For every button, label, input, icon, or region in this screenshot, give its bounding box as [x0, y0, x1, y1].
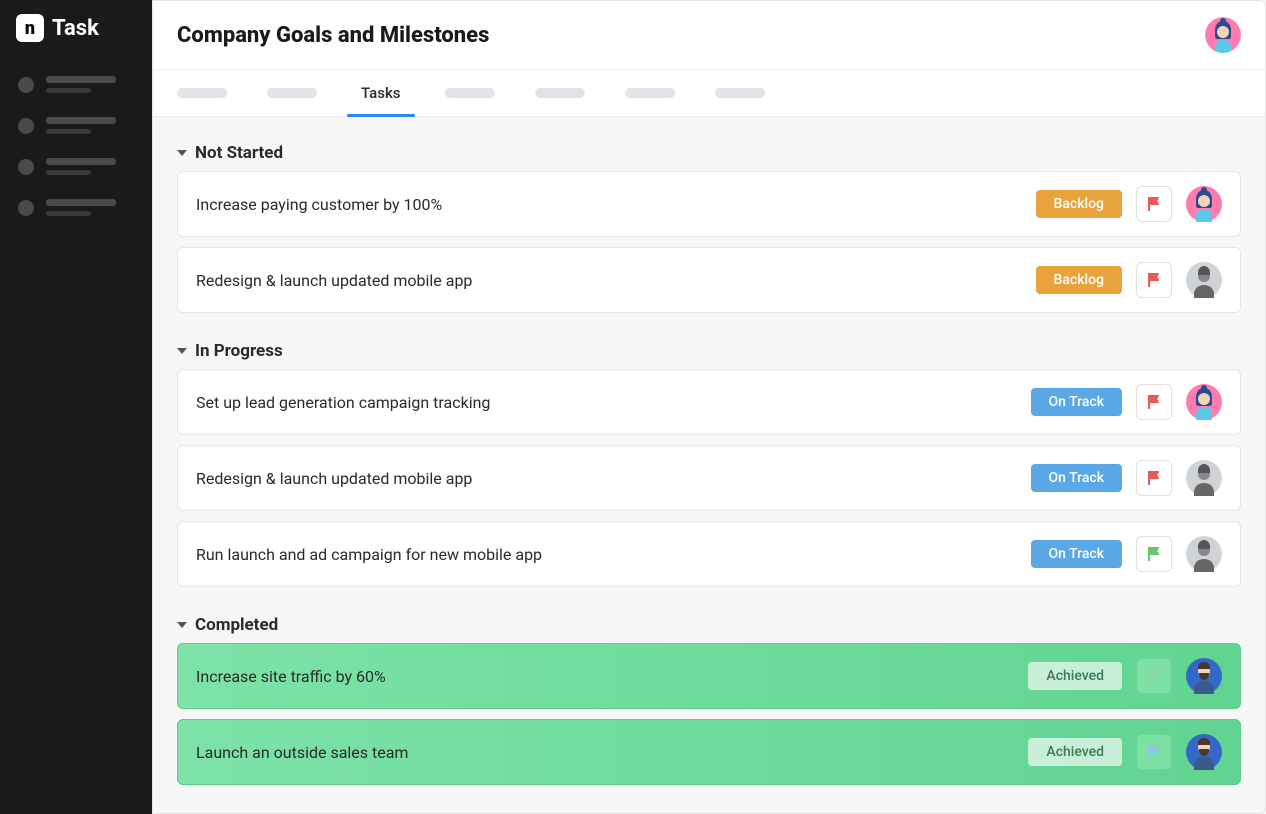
flag-button[interactable]: [1136, 536, 1172, 572]
section-title: Not Started: [195, 143, 283, 163]
tab-placeholder[interactable]: [625, 88, 675, 98]
section-title: In Progress: [195, 341, 283, 361]
assignee-avatar[interactable]: [1186, 384, 1222, 420]
tab-placeholder[interactable]: [715, 88, 765, 98]
app-logo[interactable]: n Task: [0, 0, 152, 56]
section-title: Completed: [195, 615, 278, 635]
nav-item[interactable]: [0, 76, 152, 93]
page-title: Company Goals and Milestones: [177, 23, 489, 48]
section-in-progress: In Progress Set up lead generation campai…: [177, 333, 1241, 587]
user-avatar[interactable]: [1205, 17, 1241, 53]
task-row[interactable]: Redesign & launch updated mobile app Back…: [177, 247, 1241, 313]
tab-tasks[interactable]: Tasks: [357, 70, 405, 116]
section-cancelled: CancelledReceive >95% positive customer …: [177, 805, 1241, 813]
app-name: Task: [52, 16, 99, 41]
task-title: Redesign & launch updated mobile app: [196, 469, 1017, 488]
assignee-avatar[interactable]: [1186, 460, 1222, 496]
section-header[interactable]: Completed: [177, 607, 1241, 643]
status-badge[interactable]: Backlog: [1036, 266, 1122, 294]
task-title: Increase paying customer by 100%: [196, 195, 1022, 214]
section-header[interactable]: Not Started: [177, 135, 1241, 171]
tab-placeholder[interactable]: [267, 88, 317, 98]
task-title: Increase site traffic by 60%: [196, 667, 1014, 686]
task-title: Set up lead generation campaign tracking: [196, 393, 1017, 412]
status-badge[interactable]: Achieved: [1028, 662, 1122, 690]
tab-placeholder[interactable]: [535, 88, 585, 98]
assignee-avatar[interactable]: [1186, 536, 1222, 572]
task-row[interactable]: Increase site traffic by 60% Achieved: [177, 643, 1241, 709]
section-completed: Completed Increase site traffic by 60% Ach…: [177, 607, 1241, 785]
task-title: Launch an outside sales team: [196, 743, 1014, 762]
task-row[interactable]: Set up lead generation campaign tracking…: [177, 369, 1241, 435]
flag-button[interactable]: [1136, 262, 1172, 298]
flag-button[interactable]: [1136, 384, 1172, 420]
status-badge[interactable]: On Track: [1031, 464, 1123, 492]
section-header[interactable]: In Progress: [177, 333, 1241, 369]
caret-down-icon: [177, 622, 187, 628]
logo-icon: n: [16, 14, 44, 42]
nav-item[interactable]: [0, 158, 152, 175]
task-row[interactable]: Increase paying customer by 100% Backlog: [177, 171, 1241, 237]
task-list-content: Not Started Increase paying customer by 1…: [153, 117, 1265, 813]
flag-button[interactable]: [1136, 460, 1172, 496]
tab-placeholder[interactable]: [177, 88, 227, 98]
task-row[interactable]: Launch an outside sales team Achieved: [177, 719, 1241, 785]
caret-down-icon: [177, 348, 187, 354]
status-badge[interactable]: Achieved: [1028, 738, 1122, 766]
section-header[interactable]: Cancelled: [177, 805, 1241, 813]
flag-button[interactable]: [1136, 734, 1172, 770]
assignee-avatar[interactable]: [1186, 186, 1222, 222]
status-badge[interactable]: On Track: [1031, 540, 1123, 568]
sidebar: n Task: [0, 0, 152, 814]
assignee-avatar[interactable]: [1186, 262, 1222, 298]
task-row[interactable]: Run launch and ad campaign for new mobil…: [177, 521, 1241, 587]
assignee-avatar[interactable]: [1186, 658, 1222, 694]
header: Company Goals and Milestones: [153, 1, 1265, 70]
nav-list: [0, 56, 152, 236]
flag-button[interactable]: [1136, 186, 1172, 222]
main-content: Company Goals and Milestones Tasks Not S…: [152, 0, 1266, 814]
flag-button[interactable]: [1136, 658, 1172, 694]
tabs-bar: Tasks: [153, 70, 1265, 117]
assignee-avatar[interactable]: [1186, 734, 1222, 770]
tab-placeholder[interactable]: [445, 88, 495, 98]
task-title: Redesign & launch updated mobile app: [196, 271, 1022, 290]
task-row[interactable]: Redesign & launch updated mobile app On T…: [177, 445, 1241, 511]
nav-item[interactable]: [0, 199, 152, 216]
caret-down-icon: [177, 150, 187, 156]
status-badge[interactable]: Backlog: [1036, 190, 1122, 218]
task-title: Run launch and ad campaign for new mobil…: [196, 545, 1017, 564]
section-not-started: Not Started Increase paying customer by 1…: [177, 135, 1241, 313]
status-badge[interactable]: On Track: [1031, 388, 1123, 416]
nav-item[interactable]: [0, 117, 152, 134]
